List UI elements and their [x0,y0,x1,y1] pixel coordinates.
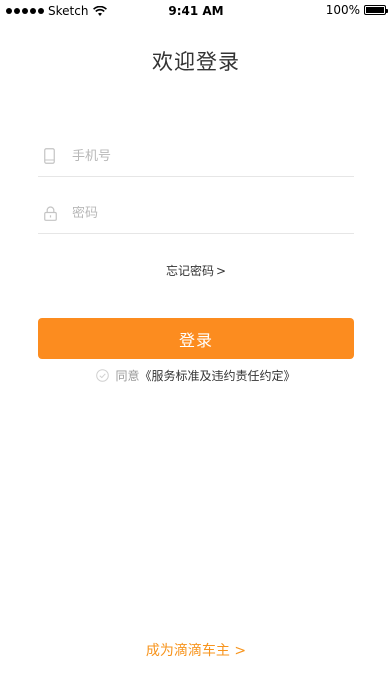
battery-percent: 100% [325,3,360,17]
lock-icon [44,205,72,221]
agreement-prefix: 同意 [115,369,140,383]
login-button[interactable]: 登录 [38,318,354,359]
agreement-link[interactable]: 《服务标准及违约责任约定》 [140,367,296,384]
phone-icon [44,148,72,164]
phone-field[interactable] [38,136,354,177]
checkbox-icon[interactable] [96,369,110,382]
chevron-right-icon: > [215,264,227,278]
status-bar: Sketch 9:41 AM 100% [0,0,392,22]
chevron-right-icon: > [234,643,247,659]
forgot-password-label: 忘记密码 [165,264,214,278]
status-right: 100% [325,3,388,17]
agreement-row: 同意 《服务标准及违约责任约定》 [0,367,392,384]
become-driver-label: 成为滴滴车主 [145,643,230,659]
battery-icon [364,5,388,15]
password-input[interactable] [72,205,332,221]
password-field[interactable] [38,193,354,234]
page-title: 欢迎登录 [152,50,240,74]
forgot-password-link[interactable]: 忘记密码 > [0,262,392,279]
become-driver-link[interactable]: 成为滴滴车主 > [0,640,392,660]
phone-input[interactable] [72,148,332,164]
